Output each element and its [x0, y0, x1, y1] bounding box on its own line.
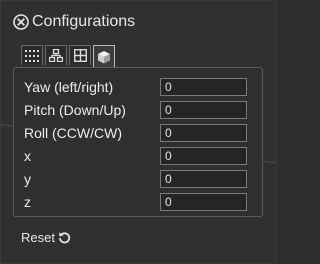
configurations-panel: 100m Configurations: [0, 0, 277, 264]
panel-header: Configurations: [13, 12, 135, 32]
field-row-z: z: [24, 192, 254, 212]
tab-bar: [21, 45, 115, 67]
pitch-label: Pitch (Down/Up): [24, 102, 126, 118]
yaw-label: Yaw (left/right): [24, 79, 114, 95]
pitch-input[interactable]: [160, 101, 247, 119]
tab-grid[interactable]: [69, 45, 91, 65]
undo-icon: [58, 232, 71, 244]
field-row-pitch: Pitch (Down/Up): [24, 100, 254, 120]
y-label: y: [24, 171, 31, 187]
z-input[interactable]: [160, 193, 247, 211]
y-input[interactable]: [160, 170, 247, 188]
orientation-form: Yaw (left/right) Pitch (Down/Up) Roll (C…: [13, 67, 263, 217]
reset-label: Reset: [21, 230, 55, 245]
grid-icon: [73, 49, 87, 62]
field-row-yaw: Yaw (left/right): [24, 77, 254, 97]
x-label: x: [24, 148, 31, 164]
tab-hierarchy[interactable]: [45, 45, 67, 65]
reset-button[interactable]: Reset: [21, 230, 71, 245]
cube-icon: [98, 50, 110, 63]
field-row-x: x: [24, 146, 254, 166]
panel-title: Configurations: [32, 13, 136, 30]
z-label: z: [24, 194, 31, 210]
tab-cube[interactable]: [93, 45, 115, 67]
close-circle-icon[interactable]: [13, 14, 29, 30]
dot-grid-icon: [25, 49, 39, 62]
roll-input[interactable]: [160, 124, 247, 142]
roll-label: Roll (CCW/CW): [24, 125, 122, 141]
field-row-y: y: [24, 169, 254, 189]
field-row-roll: Roll (CCW/CW): [24, 123, 254, 143]
tab-dot-grid[interactable]: [21, 45, 43, 65]
yaw-input[interactable]: [160, 78, 247, 96]
hierarchy-icon: [49, 49, 63, 62]
x-input[interactable]: [160, 147, 247, 165]
